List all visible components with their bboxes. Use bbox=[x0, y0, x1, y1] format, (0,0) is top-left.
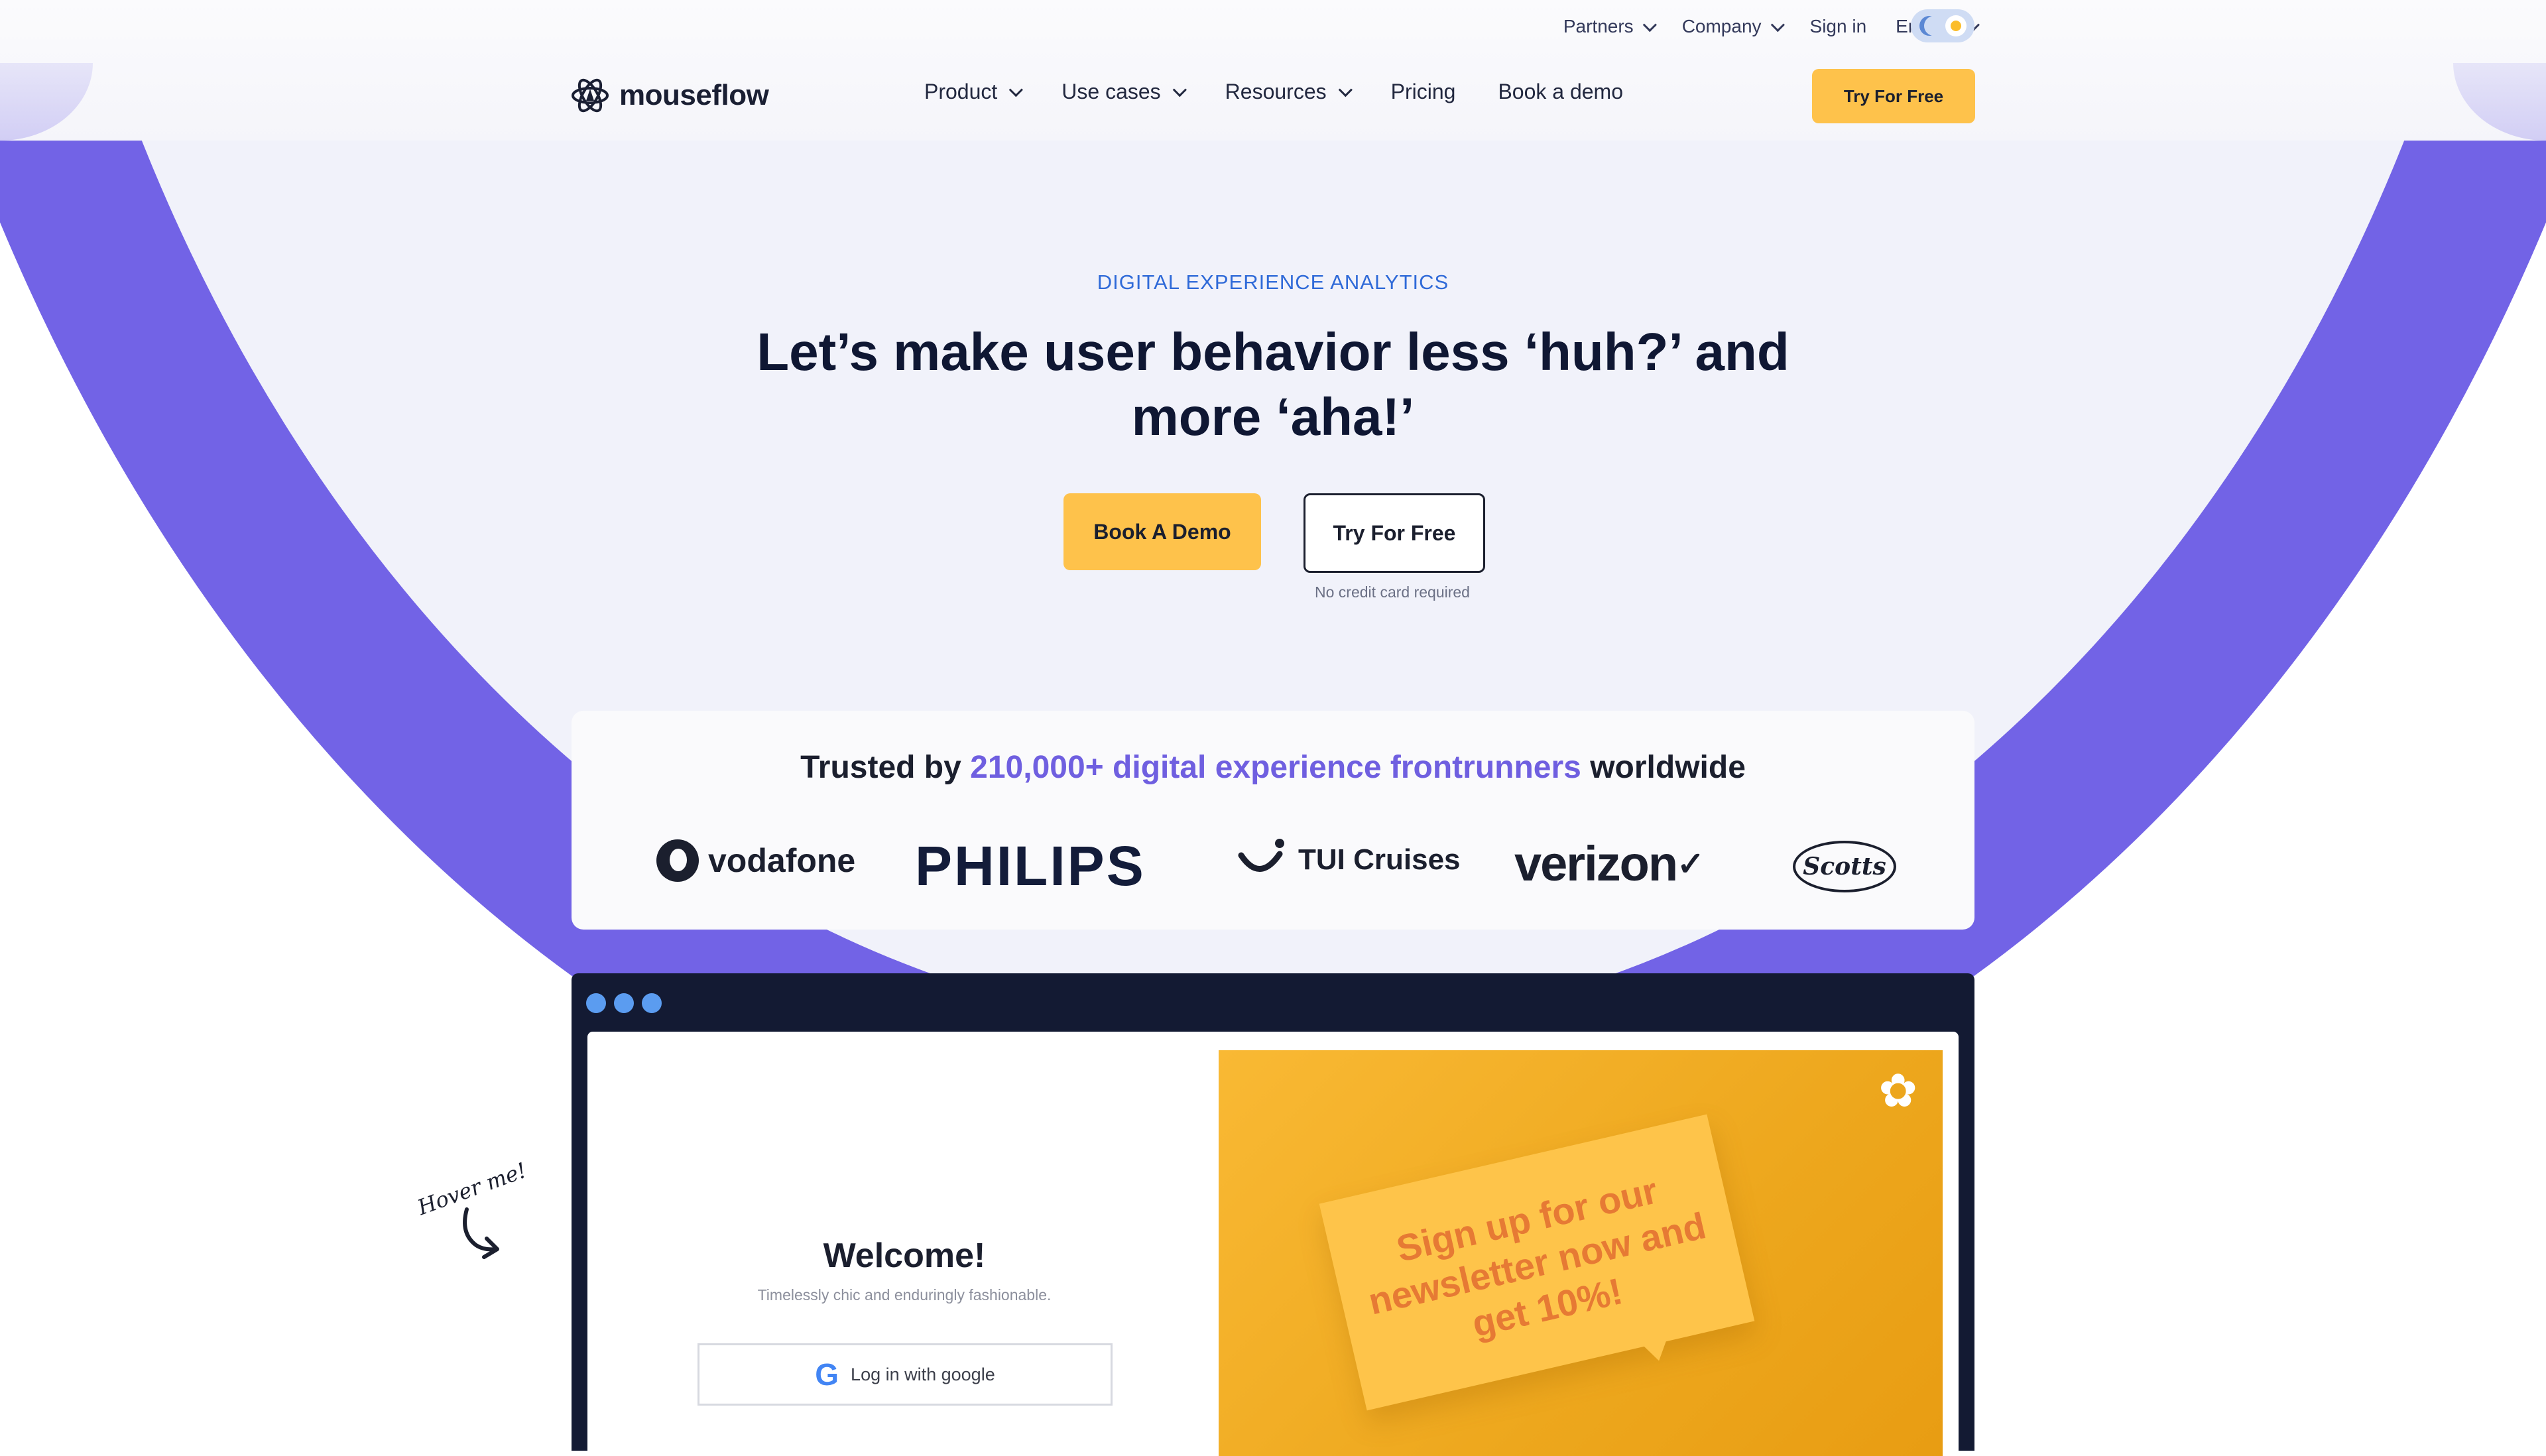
trusted-highlight: 210,000+ digital experience frontrunners bbox=[970, 750, 1581, 785]
mouseflow-logo-icon bbox=[572, 78, 609, 113]
promo-note-tail bbox=[1636, 1331, 1676, 1365]
logo-text: mouseflow bbox=[619, 79, 769, 111]
chevron-down-icon bbox=[1338, 83, 1353, 97]
chevron-down-icon bbox=[1770, 17, 1785, 32]
google-icon: G bbox=[815, 1357, 839, 1392]
welcome-tagline: Timelessly chic and enduringly fashionab… bbox=[757, 1286, 1052, 1304]
partners-menu[interactable]: Partners bbox=[1563, 16, 1657, 37]
scotts-logo: Scotts bbox=[1793, 841, 1896, 892]
trusted-suffix: worldwide bbox=[1590, 750, 1746, 785]
welcome-title: Welcome! bbox=[823, 1237, 986, 1275]
sign-in-label: Sign in bbox=[1809, 16, 1867, 36]
theme-toggle[interactable] bbox=[1911, 9, 1974, 42]
no-credit-card-note: No credit card required bbox=[1315, 583, 1470, 601]
hero-headline: Let’s make user behavior less ‘huh?’ and… bbox=[757, 322, 1789, 446]
company-menu[interactable]: Company bbox=[1681, 16, 1785, 37]
newsletter-promo: ✿ Sign up for our newsletter now and get… bbox=[1219, 1050, 1943, 1456]
window-dot-icon bbox=[614, 993, 634, 1013]
sun-icon bbox=[1945, 15, 1967, 36]
nav-product-label: Product bbox=[924, 80, 998, 103]
partners-label: Partners bbox=[1563, 16, 1634, 36]
nav-book-demo-label: Book a demo bbox=[1498, 80, 1623, 103]
nav-book-demo[interactable]: Book a demo bbox=[1498, 80, 1623, 104]
tui-cruises-logo: TUI Cruises bbox=[1236, 837, 1461, 883]
trusted-by-card: Trusted by 210,000+ digital experience f… bbox=[572, 711, 1974, 930]
try-for-free-button[interactable]: Try For Free bbox=[1303, 493, 1485, 573]
nav-use-cases[interactable]: Use cases bbox=[1061, 80, 1187, 104]
window-dot-icon bbox=[586, 993, 606, 1013]
logo[interactable]: mouseflow bbox=[570, 76, 769, 115]
nav-pricing[interactable]: Pricing bbox=[1391, 80, 1456, 104]
nav-resources-label: Resources bbox=[1225, 80, 1327, 103]
header-band bbox=[0, 0, 2546, 141]
tui-cruises-wordmark: TUI Cruises bbox=[1298, 843, 1461, 876]
google-login-button[interactable]: G Log in with google bbox=[697, 1343, 1113, 1406]
trusted-prefix: Trusted by bbox=[800, 750, 961, 785]
chevron-down-icon bbox=[1642, 17, 1657, 32]
nav-pricing-label: Pricing bbox=[1390, 80, 1456, 103]
curved-arrow-icon bbox=[463, 1207, 499, 1259]
nav-use-cases-label: Use cases bbox=[1061, 80, 1161, 103]
moon-icon bbox=[1924, 16, 1944, 36]
chevron-down-icon bbox=[1172, 83, 1187, 97]
nav-resources[interactable]: Resources bbox=[1225, 80, 1353, 104]
window-dot-icon bbox=[642, 993, 662, 1013]
verizon-check-icon: ✓ bbox=[1677, 845, 1705, 882]
hero-eyebrow: DIGITAL EXPERIENCE ANALYTICS bbox=[1097, 271, 1449, 294]
demo-page: Welcome! Timelessly chic and enduringly … bbox=[587, 1032, 1959, 1456]
philips-logo: PHILIPS bbox=[915, 835, 1146, 897]
tui-smile-icon bbox=[1238, 839, 1284, 872]
book-demo-button[interactable]: Book A Demo bbox=[1063, 493, 1261, 570]
main-nav: Product Use cases Resources Pricing Book… bbox=[924, 80, 1623, 104]
try-for-free-nav-button[interactable]: Try For Free bbox=[1812, 69, 1975, 123]
google-login-label: Log in with google bbox=[851, 1364, 995, 1384]
sign-in-link[interactable]: Sign in bbox=[1810, 16, 1867, 37]
vodafone-logo: vodafone bbox=[656, 839, 855, 882]
chevron-down-icon bbox=[1009, 83, 1024, 97]
demo-browser-window[interactable]: Welcome! Timelessly chic and enduringly … bbox=[572, 973, 1974, 1456]
vodafone-mark-icon bbox=[656, 839, 699, 882]
customer-logos: vodafone PHILIPS TUI Cruises verizon ✓ Sc… bbox=[572, 835, 1974, 916]
trusted-by-title: Trusted by 210,000+ digital experience f… bbox=[572, 749, 1974, 786]
promo-note: Sign up for our newsletter now and get 1… bbox=[1319, 1114, 1755, 1411]
verizon-logo: verizon ✓ bbox=[1514, 835, 1705, 892]
vodafone-wordmark: vodafone bbox=[708, 842, 856, 879]
flower-icon: ✿ bbox=[1878, 1065, 1917, 1117]
verizon-wordmark: verizon bbox=[1514, 836, 1678, 891]
nav-product[interactable]: Product bbox=[924, 80, 1024, 104]
company-label: Company bbox=[1681, 16, 1762, 36]
